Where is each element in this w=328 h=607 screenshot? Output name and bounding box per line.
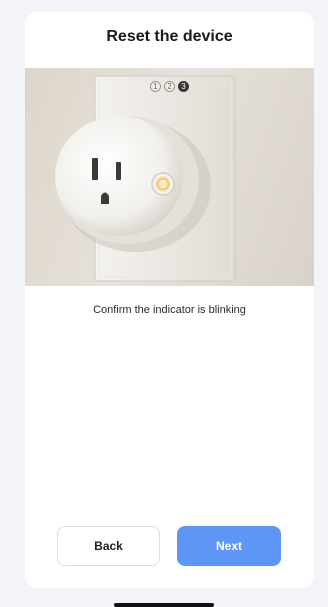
page-title: Reset the device	[106, 28, 233, 45]
reset-card: Reset the device 1 2 3 Confirm the indic…	[25, 12, 314, 588]
step-indicator: 1 2 3	[25, 81, 314, 92]
back-button[interactable]: Back	[57, 526, 160, 566]
smart-plug-illustration: 1 2 3	[25, 68, 314, 286]
step-1: 1	[150, 81, 161, 92]
next-button[interactable]: Next	[177, 526, 281, 566]
reset-device-screen: Reset the device 1 2 3 Confirm the indic…	[0, 0, 328, 607]
step-3-current: 3	[178, 81, 189, 92]
step-2: 2	[164, 81, 175, 92]
instruction-text: Confirm the indicator is blinking	[93, 304, 246, 316]
home-indicator[interactable]	[114, 603, 214, 607]
smart-plug-image	[55, 75, 236, 282]
